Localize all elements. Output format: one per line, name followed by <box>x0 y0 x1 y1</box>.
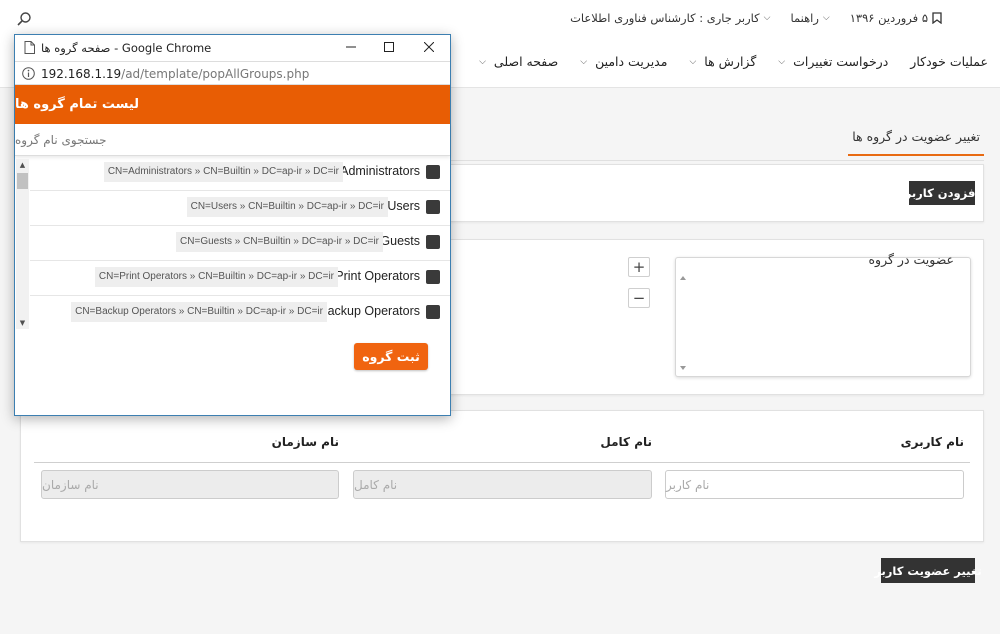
minimize-button[interactable] <box>333 35 369 59</box>
membership-list[interactable] <box>675 257 971 377</box>
current-user-label: کاربر جاری : کارشناس فناوری اطلاعات <box>570 11 760 25</box>
groups-scrollbar[interactable]: ▲ ▼ <box>16 159 29 329</box>
minimize-icon <box>346 46 356 48</box>
group-checkbox[interactable] <box>426 305 440 319</box>
maximize-button[interactable] <box>371 35 407 59</box>
groups-heading: لیست تمام گروه ها <box>15 85 450 124</box>
group-name: Backup Operators <box>319 304 420 318</box>
add-group-button[interactable]: + <box>628 257 650 277</box>
url-host: 192.168.1.19 <box>41 67 122 81</box>
group-name: Guests <box>380 234 420 248</box>
chevron-down-icon: ⌵ <box>778 56 786 67</box>
username-input[interactable]: نام کاربر <box>665 470 964 499</box>
fullname-input[interactable]: نام کامل <box>353 470 652 499</box>
nav-label: مدیریت دامین <box>595 54 668 69</box>
group-search-input[interactable]: جستجوی نام گروه <box>15 124 450 156</box>
list-item[interactable]: Print Operators CN=Print Operators » CN=… <box>30 261 450 296</box>
group-dn: CN=Users » CN=Builtin » DC=ap-ir » DC=ir <box>186 197 388 217</box>
group-dn: CN=Backup Operators » CN=Builtin » DC=ap… <box>71 302 327 322</box>
scroll-down-arrow-icon[interactable]: ▼ <box>16 317 29 329</box>
nav-item-domain[interactable]: مدیریت دامین ⌵ <box>580 54 667 69</box>
date-display: ۵ فروردین ۱۳۹۶ <box>850 11 942 25</box>
bookmark-icon <box>932 12 942 24</box>
help-label: راهنما <box>790 11 819 25</box>
submit-group-button[interactable]: ثبت گروه <box>354 343 428 370</box>
nav-label: درخواست تغییرات <box>793 54 889 69</box>
group-dn: CN=Guests » CN=Builtin » DC=ap-ir » DC=i… <box>176 232 383 252</box>
list-item[interactable]: Users CN=Users » CN=Builtin » DC=ap-ir »… <box>30 191 450 226</box>
help-menu[interactable]: ⌵ راهنما <box>790 11 829 25</box>
membership-list-scrollbar[interactable] <box>676 270 690 375</box>
page-icon <box>24 41 35 54</box>
add-user-button[interactable]: افزودن کاربر <box>905 181 979 205</box>
group-checkbox[interactable] <box>426 270 440 284</box>
list-item[interactable]: Backup Operators CN=Backup Operators » C… <box>30 296 450 329</box>
maximize-icon <box>384 42 394 52</box>
close-button[interactable] <box>411 35 447 59</box>
group-name: Print Operators <box>335 269 420 283</box>
group-checkbox[interactable] <box>426 235 440 249</box>
nav-item-automation[interactable]: عملیات خودکار <box>910 54 988 69</box>
tab-change-membership[interactable]: تغییر عضویت در گروه ها <box>848 129 984 156</box>
main-nav: صفحه اصلی ⌵ مدیریت دامین ⌵ گزارش ها ⌵ درخوا… <box>479 54 988 69</box>
popup-title: صفحه گروه ها - Google Chrome <box>41 41 212 55</box>
nav-item-reports[interactable]: گزارش ها ⌵ <box>689 54 756 69</box>
date-label: ۵ فروردین ۱۳۹۶ <box>849 11 928 25</box>
group-checkbox[interactable] <box>426 200 440 214</box>
url-text: 192.168.1.19/ad/template/popAllGroups.ph… <box>41 67 309 81</box>
list-item[interactable]: Guests CN=Guests » CN=Builtin » DC=ap-ir… <box>30 226 450 261</box>
search-icon[interactable] <box>16 11 32 27</box>
current-user-menu[interactable]: ⌵ کاربر جاری : کارشناس فناوری اطلاعات <box>570 11 770 25</box>
chevron-down-icon: ⌵ <box>763 13 771 23</box>
nav-label: صفحه اصلی <box>493 54 559 69</box>
group-name: Administrators <box>340 164 420 178</box>
group-name: Users <box>387 199 420 213</box>
header-divider <box>34 462 970 463</box>
popup-titlebar[interactable]: صفحه گروه ها - Google Chrome <box>15 35 450 61</box>
membership-label: عضویت در گروه <box>868 252 955 267</box>
column-header-username: نام کاربری <box>900 435 964 449</box>
scroll-up-arrow-icon[interactable]: ▲ <box>16 159 29 171</box>
chevron-down-icon: ⌵ <box>479 56 486 67</box>
nav-label: عملیات خودکار <box>910 54 988 69</box>
scroll-thumb[interactable] <box>17 173 28 189</box>
groups-list: ▲ ▼ Administrators CN=Administrators » C… <box>15 156 450 329</box>
column-header-fullname: نام کامل <box>600 435 652 449</box>
remove-group-button[interactable]: − <box>628 288 650 308</box>
change-membership-button[interactable]: تغییر عضویت کاربر <box>874 558 982 583</box>
close-icon <box>424 42 434 52</box>
nav-item-home[interactable]: صفحه اصلی ⌵ <box>479 54 558 69</box>
info-icon[interactable] <box>22 67 35 80</box>
chevron-down-icon: ⌵ <box>822 13 830 23</box>
nav-item-change-requests[interactable]: درخواست تغییرات ⌵ <box>778 54 888 69</box>
list-item[interactable]: Administrators CN=Administrators » CN=Bu… <box>30 156 450 191</box>
group-dn: CN=Print Operators » CN=Builtin » DC=ap-… <box>94 267 338 287</box>
group-dn: CN=Administrators » CN=Builtin » DC=ap-i… <box>103 162 343 182</box>
url-path: /ad/template/popAllGroups.php <box>121 67 310 81</box>
nav-label: گزارش ها <box>704 54 757 69</box>
column-header-organization: نام سازمان <box>271 435 339 449</box>
group-checkbox[interactable] <box>426 165 440 179</box>
user-info-bar: ⌵ کاربر جاری : کارشناس فناوری اطلاعات ⌵ را… <box>570 11 942 25</box>
chevron-down-icon: ⌵ <box>689 56 697 67</box>
popup-window: صفحه گروه ها - Google Chrome 192.168.1.1… <box>14 34 451 416</box>
chevron-down-icon: ⌵ <box>580 56 588 67</box>
address-bar[interactable]: 192.168.1.19/ad/template/popAllGroups.ph… <box>15 61 450 85</box>
organization-input[interactable]: نام سازمان <box>41 470 339 499</box>
